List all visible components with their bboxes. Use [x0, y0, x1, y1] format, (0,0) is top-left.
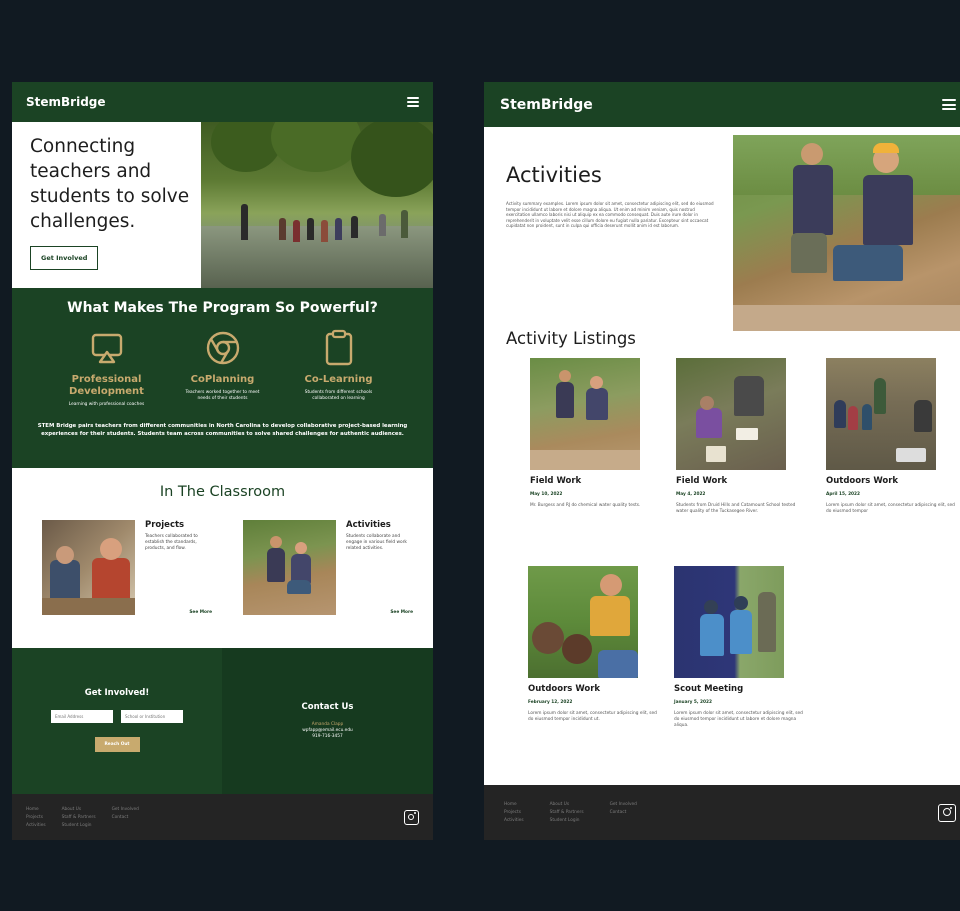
activity-date: April 15, 2022 — [826, 492, 861, 497]
footer-link-home[interactable]: Home — [504, 802, 524, 807]
activity-item[interactable]: Field Work May 10, 2022 Mr. Burgess and … — [530, 358, 660, 509]
activity-date: May 4, 2022 — [676, 492, 706, 497]
activity-title: Field Work — [676, 476, 728, 486]
site-logo[interactable]: StemBridge — [500, 97, 593, 113]
projects-photo — [42, 520, 135, 615]
footer-link-projects[interactable]: Projects — [26, 815, 46, 820]
see-more-link[interactable]: See More — [189, 610, 212, 615]
email-field[interactable] — [51, 710, 113, 723]
activities-page-mockup: StemBridge Activities Activity summary e… — [484, 82, 960, 840]
page-title: Activities — [506, 163, 602, 187]
school-field[interactable] — [121, 710, 183, 723]
activity-photo — [530, 358, 640, 470]
presentation-icon — [87, 328, 127, 368]
activity-desc: Lorem ipsum dolor sit amet, consectetur … — [528, 711, 657, 722]
card-desc: Teachers collaborated to establish the s… — [145, 534, 198, 551]
activity-listings-grid: Field Work May 10, 2022 Mr. Burgess and … — [484, 348, 960, 768]
program-description: STEM Bridge pairs teachers from differen… — [37, 423, 408, 437]
footer-link-activities[interactable]: Activities — [504, 818, 524, 823]
activity-desc: Lorem ipsum dolor sit amet, consectetur … — [674, 711, 803, 728]
activity-date: May 10, 2022 — [530, 492, 563, 497]
activity-date: February 12, 2022 — [528, 700, 573, 705]
site-logo[interactable]: StemBridge — [26, 95, 106, 109]
activity-photo — [676, 358, 786, 470]
footer-link-get-involved[interactable]: Get Involved — [610, 802, 637, 807]
activity-desc: Mr. Burgess and RJ do chemical water qua… — [530, 503, 641, 508]
feature-name: Co-Learning — [304, 374, 373, 385]
feature-desc: Teachers worked together to meet needs o… — [185, 390, 260, 401]
instagram-icon[interactable] — [938, 803, 956, 822]
reach-out-button[interactable]: Reach Out — [94, 737, 140, 752]
classroom-title: In The Classroom — [159, 484, 286, 500]
activity-desc: Lorem ipsum dolor sit amet, consectetur … — [826, 503, 955, 514]
activity-title: Outdoors Work — [528, 684, 601, 694]
program-title: What Makes The Program So Powerful? — [67, 300, 378, 316]
feature-desc: Learning with professional coaches — [68, 402, 145, 407]
activity-title: Field Work — [530, 476, 582, 486]
footer-link-get-involved[interactable]: Get Involved — [112, 807, 139, 812]
chrome-circle-icon — [203, 328, 243, 368]
card-title: Projects — [145, 520, 185, 530]
footer-link-staff[interactable]: Staff & Partners — [550, 810, 584, 815]
projects-card: Projects Teachers collaborated to establ… — [42, 520, 212, 615]
card-title: Activities — [346, 520, 391, 530]
feature-co-learning: Co-Learning Students from different scho… — [296, 328, 382, 408]
activity-item[interactable]: Scout Meeting January 5, 2022 Lorem ipsu… — [674, 566, 804, 729]
footer-link-contact[interactable]: Contact — [610, 810, 637, 815]
contact-title: Contact Us — [301, 702, 354, 712]
activities-intro: Activities Activity summary examples. Lo… — [484, 127, 960, 331]
program-section: What Makes The Program So Powerful? Prof… — [12, 288, 433, 468]
hero-section: Connecting teachers and students to solv… — [12, 122, 433, 288]
activity-desc: Students from Druid Hills and Catamount … — [676, 503, 796, 514]
site-header: StemBridge — [484, 82, 960, 127]
activities-hero-photo — [733, 135, 960, 331]
footer-link-about[interactable]: About Us — [62, 807, 96, 812]
activity-photo — [528, 566, 638, 678]
footer-link-about[interactable]: About Us — [550, 802, 584, 807]
activities-summary: Activity summary examples. Lorem ipsum d… — [506, 201, 714, 229]
contact-panels: Get Involved! Reach Out Contact Us Amand… — [12, 648, 433, 794]
footer-link-student-login[interactable]: Student Login — [62, 823, 96, 828]
activity-title: Scout Meeting — [674, 684, 744, 694]
activity-item[interactable]: Field Work May 4, 2022 Students from Dru… — [676, 358, 806, 515]
see-more-link[interactable]: See More — [390, 610, 413, 615]
classroom-section: In The Classroom Projects Teachers colla… — [12, 468, 433, 648]
site-footer: Home Projects Activities About Us Staff … — [484, 785, 960, 840]
feature-professional-development: Professional Development Learning with p… — [64, 328, 150, 408]
get-involved-title: Get Involved! — [84, 688, 150, 698]
footer-link-projects[interactable]: Projects — [504, 810, 524, 815]
get-involved-panel: Get Involved! Reach Out — [12, 648, 222, 794]
feature-coplanning: CoPlanning Teachers worked together to m… — [180, 328, 266, 408]
hero-photo-stream — [201, 122, 433, 288]
contact-phone: 919-716-3457 — [312, 734, 343, 739]
instagram-icon[interactable] — [404, 809, 419, 825]
footer-link-staff[interactable]: Staff & Partners — [62, 815, 96, 820]
activity-photo — [674, 566, 784, 678]
activity-photo — [826, 358, 936, 470]
hamburger-menu-icon[interactable] — [942, 99, 956, 110]
activities-card: Activities Students collaborate and enga… — [243, 520, 413, 615]
home-page-mockup: StemBridge Connecting teachers and stude… — [12, 82, 433, 840]
contact-us-panel: Contact Us Amanda Clapp wpfapp@email.ecu… — [222, 648, 433, 794]
activity-date: January 5, 2022 — [674, 700, 713, 705]
hero-title: Connecting teachers and students to solv… — [30, 136, 190, 232]
footer-link-home[interactable]: Home — [26, 807, 46, 812]
footer-link-student-login[interactable]: Student Login — [550, 818, 584, 823]
activities-photo — [243, 520, 336, 615]
footer-link-contact[interactable]: Contact — [112, 815, 139, 820]
site-footer: Home Projects Activities About Us Staff … — [12, 794, 433, 840]
get-involved-button[interactable]: Get Involved — [30, 246, 99, 270]
feature-name: CoPlanning — [190, 374, 255, 385]
activity-item[interactable]: Outdoors Work February 12, 2022 Lorem ip… — [528, 566, 658, 723]
footer-link-activities[interactable]: Activities — [26, 823, 46, 828]
listings-title: Activity Listings — [506, 329, 636, 348]
feature-name: Professional Development — [69, 374, 144, 397]
activity-item[interactable]: Outdoors Work April 15, 2022 Lorem ipsum… — [826, 358, 956, 515]
feature-desc: Students from different schools collabor… — [304, 390, 373, 401]
site-header: StemBridge — [12, 82, 433, 122]
clipboard-icon — [319, 328, 359, 368]
card-desc: Students collaborate and engage in vario… — [346, 534, 407, 551]
hamburger-menu-icon[interactable] — [407, 97, 419, 107]
activity-title: Outdoors Work — [826, 476, 899, 486]
